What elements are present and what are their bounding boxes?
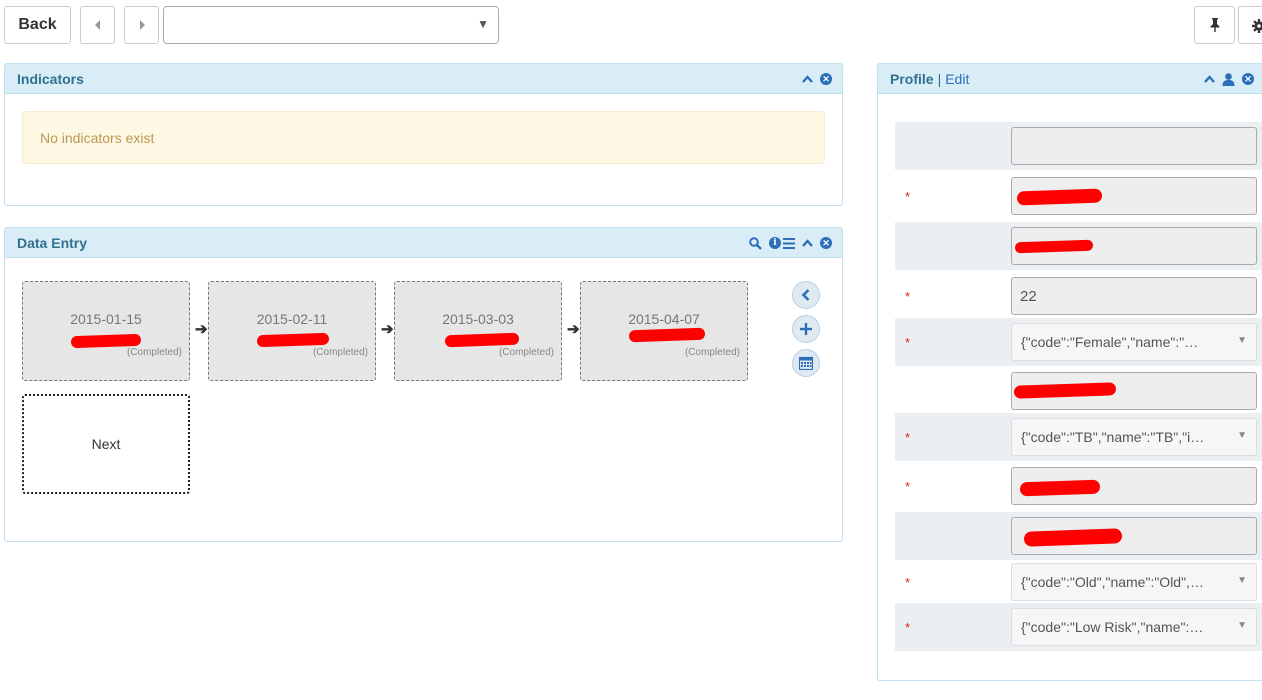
select-value: {"code":"TB","name":"TB","i… xyxy=(1021,429,1205,445)
event-card[interactable]: 2015-02-11 (Completed) xyxy=(208,281,376,381)
redaction-mark xyxy=(1016,188,1103,206)
profile-field-row: * {"code":"Female","name":"… ▼ xyxy=(895,318,1262,366)
collapse-icon[interactable] xyxy=(1204,75,1215,83)
profile-text-field[interactable]: 22 xyxy=(1011,277,1257,315)
required-marker: * xyxy=(905,575,911,590)
profile-text-field[interactable] xyxy=(1011,372,1257,410)
profile-text-field[interactable] xyxy=(1011,467,1257,505)
user-icon[interactable] xyxy=(1222,72,1235,86)
profile-field-row xyxy=(895,122,1262,170)
profile-text-field[interactable] xyxy=(1011,177,1257,215)
profile-field-row xyxy=(895,367,1262,415)
previous-button[interactable] xyxy=(80,6,115,44)
required-marker: * xyxy=(905,430,911,445)
event-date: 2015-04-07 xyxy=(628,311,700,327)
event-date: 2015-02-11 xyxy=(256,311,328,327)
select-value: {"code":"Old","name":"Old",… xyxy=(1021,574,1204,590)
arrow-right-icon: ➔ xyxy=(195,321,208,338)
event-card[interactable]: 2015-01-15 (Completed) xyxy=(22,281,190,381)
edit-profile-link[interactable]: Edit xyxy=(945,71,969,87)
record-selector[interactable]: ▼ xyxy=(163,6,499,44)
profile-field-row xyxy=(895,512,1262,560)
gear-icon xyxy=(1252,19,1262,33)
title-separator: | xyxy=(937,70,942,87)
profile-field-row: * {"code":"Low Risk","name":… ▼ xyxy=(895,603,1262,651)
pin-button[interactable] xyxy=(1194,6,1235,44)
dropdown-arrow-icon: ▼ xyxy=(1237,335,1247,346)
required-marker: * xyxy=(905,620,911,635)
close-icon[interactable]: ✕ xyxy=(820,237,832,249)
dropdown-arrow-icon: ▼ xyxy=(1237,430,1247,441)
profile-select-field[interactable]: {"code":"Low Risk","name":… ▼ xyxy=(1011,608,1257,646)
calendar-icon xyxy=(799,356,813,370)
required-marker: * xyxy=(905,335,911,350)
event-status: (Completed) xyxy=(312,347,368,358)
required-marker: * xyxy=(905,289,911,304)
arrow-right-icon: ➔ xyxy=(381,321,394,338)
dropdown-arrow-icon: ▼ xyxy=(477,17,489,31)
dropdown-arrow-icon: ▼ xyxy=(1237,620,1247,631)
profile-text-field[interactable] xyxy=(1011,517,1257,555)
event-card[interactable]: 2015-03-03 (Completed) xyxy=(394,281,562,381)
empty-indicators-alert: No indicators exist xyxy=(22,111,825,164)
plus-icon xyxy=(800,323,812,335)
indicators-panel: Indicators ✕ No indicators exist xyxy=(4,63,843,206)
redaction-mark xyxy=(1014,239,1094,254)
add-event-button[interactable] xyxy=(792,315,820,343)
indicators-panel-header: Indicators ✕ xyxy=(5,64,842,94)
event-date: 2015-03-03 xyxy=(442,311,514,327)
next-event-card[interactable]: Next xyxy=(22,394,190,494)
redaction-mark xyxy=(444,332,520,348)
profile-select-field[interactable]: {"code":"TB","name":"TB","i… ▼ xyxy=(1011,418,1257,456)
event-card[interactable]: 2015-04-07 (Completed) xyxy=(580,281,748,381)
back-button[interactable]: Back xyxy=(4,6,71,44)
thumbtack-icon xyxy=(1210,18,1219,32)
profile-panel-header: Profile | Edit ✕ xyxy=(878,64,1262,94)
profile-text-field[interactable] xyxy=(1011,227,1257,265)
event-status: (Completed) xyxy=(498,347,554,358)
chevron-left-icon xyxy=(801,289,810,301)
redaction-mark xyxy=(1013,382,1117,399)
close-icon[interactable]: ✕ xyxy=(820,73,832,85)
profile-field-row xyxy=(895,222,1262,270)
collapse-icon[interactable] xyxy=(802,75,813,83)
profile-field-row: * {"code":"Old","name":"Old",… ▼ xyxy=(895,558,1262,606)
select-value: {"code":"Low Risk","name":… xyxy=(1021,619,1204,635)
dropdown-arrow-icon: ▼ xyxy=(1237,575,1247,586)
profile-field-row: * 22 xyxy=(895,272,1262,320)
profile-field-row: * xyxy=(895,172,1262,220)
profile-text-field[interactable] xyxy=(1011,127,1257,165)
next-nav-button[interactable] xyxy=(124,6,159,44)
data-entry-panel: Data Entry i ✕ xyxy=(4,227,843,542)
collapse-icon[interactable] xyxy=(802,239,813,247)
caret-right-icon xyxy=(139,20,145,30)
info-icon[interactable]: i xyxy=(769,237,781,249)
redaction-mark xyxy=(628,327,706,343)
profile-field-row: * {"code":"TB","name":"TB","i… ▼ xyxy=(895,413,1262,461)
panel-title: Profile xyxy=(890,70,934,87)
redaction-mark xyxy=(256,332,330,348)
search-icon[interactable] xyxy=(749,236,762,250)
profile-select-field[interactable]: {"code":"Old","name":"Old",… ▼ xyxy=(1011,563,1257,601)
panel-title: Data Entry xyxy=(17,234,88,251)
required-marker: * xyxy=(905,479,911,494)
redaction-mark xyxy=(1023,528,1123,547)
panel-title: Indicators xyxy=(17,70,84,87)
calendar-button[interactable] xyxy=(792,349,820,377)
select-value: {"code":"Female","name":"… xyxy=(1021,334,1199,350)
settings-button[interactable] xyxy=(1238,6,1262,44)
data-entry-panel-header: Data Entry i ✕ xyxy=(5,228,842,258)
arrow-right-icon: ➔ xyxy=(567,321,580,338)
profile-field-row: * xyxy=(895,462,1262,510)
required-marker: * xyxy=(905,189,911,204)
list-icon[interactable] xyxy=(783,237,795,249)
event-status: (Completed) xyxy=(126,347,182,358)
profile-select-field[interactable]: {"code":"Female","name":"… ▼ xyxy=(1011,323,1257,361)
collapse-left-button[interactable] xyxy=(792,281,820,309)
close-icon[interactable]: ✕ xyxy=(1242,73,1254,85)
event-date: 2015-01-15 xyxy=(70,311,142,327)
caret-left-icon xyxy=(94,20,100,30)
event-status: (Completed) xyxy=(684,347,740,358)
redaction-mark xyxy=(1019,479,1101,497)
